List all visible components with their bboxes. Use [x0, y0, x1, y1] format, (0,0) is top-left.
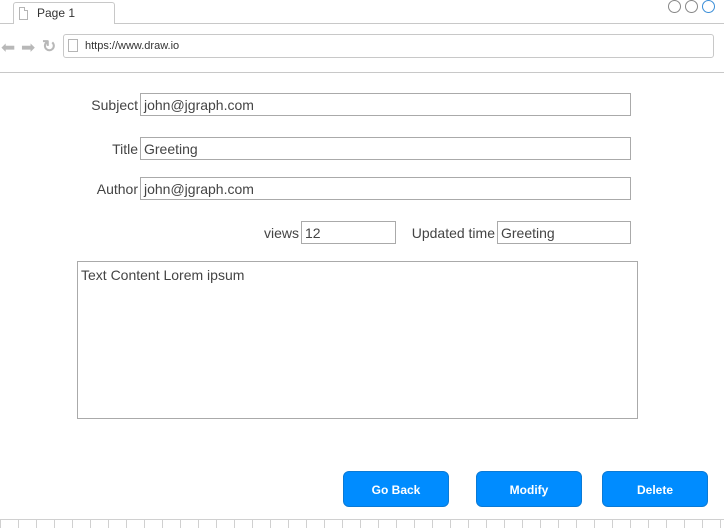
views-field[interactable]: 12 — [301, 221, 396, 244]
window-control-icon[interactable] — [702, 0, 715, 13]
address-bar[interactable]: https://www.draw.io — [63, 34, 714, 58]
content-textarea[interactable]: Text Content Lorem ipsum — [77, 261, 638, 419]
author-label: Author — [96, 181, 138, 197]
updated-time-label: Updated time — [411, 225, 495, 241]
window-control-icon[interactable] — [685, 0, 698, 13]
subject-label: Subject — [91, 97, 138, 113]
subject-field[interactable]: john@jgraph.com — [140, 93, 631, 116]
updated-time-field[interactable]: Greeting — [497, 221, 631, 244]
author-field[interactable]: john@jgraph.com — [140, 177, 631, 200]
window-control-icon[interactable] — [668, 0, 681, 13]
views-label: views — [263, 225, 299, 241]
page-icon — [19, 7, 28, 20]
go-back-button[interactable]: Go Back — [343, 471, 449, 507]
forward-arrow-icon[interactable]: ➡ — [21, 39, 35, 56]
title-field[interactable]: Greeting — [140, 137, 631, 160]
browser-tab[interactable]: Page 1 — [13, 2, 115, 24]
tab-label: Page 1 — [37, 6, 76, 20]
delete-button[interactable]: Delete — [602, 471, 708, 507]
bottom-ruler — [0, 519, 724, 528]
address-url: https://www.draw.io — [85, 40, 180, 52]
title-label: Title — [112, 141, 138, 157]
page-icon — [68, 39, 78, 52]
reload-icon[interactable]: ↻ — [42, 38, 56, 55]
back-arrow-icon[interactable]: ⬅ — [1, 39, 15, 56]
modify-button[interactable]: Modify — [476, 471, 582, 507]
nav-divider — [0, 72, 724, 73]
